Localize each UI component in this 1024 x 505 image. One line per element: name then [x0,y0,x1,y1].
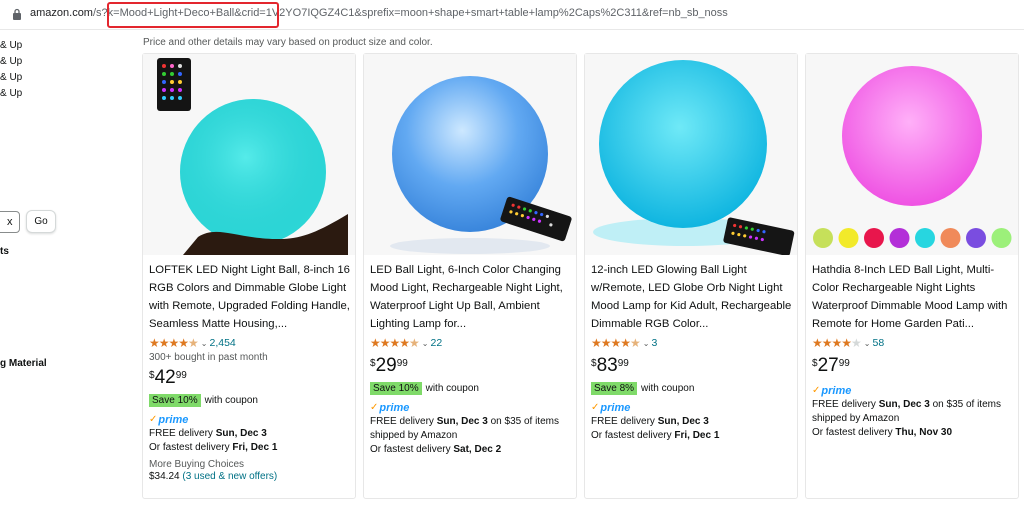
product-image[interactable] [585,54,797,255]
fastest-delivery-line: Or fastest delivery Fri, Dec 1 [149,442,278,453]
rating-filter-4[interactable]: & Up [0,88,22,99]
price-fraction: 99 [396,358,408,369]
product-image[interactable] [364,54,576,255]
prime-label: prime [379,401,410,414]
price-max-input[interactable]: x [0,211,20,233]
chevron-down-icon[interactable]: ⌄ [864,339,871,348]
chevron-down-icon[interactable]: ⌄ [201,339,208,348]
color-swatch [966,228,986,248]
prime-badge: ✓ prime [591,400,793,415]
product-price[interactable]: $ 42 99 [149,367,351,391]
rating-filter-3[interactable]: & Up [0,72,22,83]
more-offers: $34.24 (3 used & new offers) [149,471,351,482]
star-rating-icon[interactable]: ★★★★★ [591,336,641,350]
price-note: Price and other details may vary based o… [143,37,433,48]
delivery-line: FREE delivery Sun, Dec 3 [149,428,267,439]
prime-check-icon: ✓ [591,402,600,413]
price-fraction: 99 [617,358,629,369]
product-price[interactable]: $ 27 99 [812,355,1014,379]
bought-text: 300+ bought in past month [149,352,268,363]
coupon-row: Save 10% with coupon [149,393,351,408]
coupon-badge[interactable]: Save 10% [149,394,201,407]
price-go-button[interactable]: Go [26,210,56,233]
delivery-line: FREE delivery Sun, Dec 3 [591,416,709,427]
product-image[interactable] [143,54,355,255]
prime-badge: ✓ prime [149,412,351,427]
coupon-suffix: with coupon [425,383,479,394]
more-offers-link[interactable]: (3 used & new offers) [182,471,277,482]
product-price[interactable]: $ 29 99 [370,355,572,379]
color-swatch [813,228,833,248]
price-whole: 42 [154,367,176,388]
price-whole: 83 [596,355,618,376]
rating-count[interactable]: 3 [652,337,658,349]
product-title[interactable]: 12-inch LED Glowing Ball Light w/Remote,… [591,261,793,333]
prime-check-icon: ✓ [149,414,158,425]
coupon-suffix: with coupon [641,383,695,394]
color-swatch [864,228,884,248]
price-fraction: 99 [838,358,850,369]
product-card[interactable]: Hathdia 8-Inch LED Ball Light, Multi-Col… [805,53,1019,499]
rating-filter-1[interactable]: & Up [0,40,22,51]
rating-row[interactable]: ★★★★★ ⌄ 22 [370,335,572,351]
prime-badge: ✓ prime [812,383,1014,398]
rating-count[interactable]: 2,454 [210,337,236,349]
color-swatch [991,228,1012,248]
star-rating-icon[interactable]: ★★★★★ [370,336,420,350]
filter-sidebar: & Up & Up & Up & Up x Go ts g Material [0,30,130,505]
sidebar-heading-ts: ts [0,246,9,257]
coupon-badge[interactable]: Save 8% [591,382,638,395]
color-swatch [940,228,961,248]
rating-count[interactable]: 58 [873,337,885,349]
price-fraction: 99 [175,370,187,381]
coupon-badge[interactable]: Save 10% [370,382,422,395]
chevron-down-icon[interactable]: ⌄ [422,339,429,348]
price-whole: 29 [375,355,397,376]
rating-row[interactable]: ★★★★★ ⌄ 3 [591,335,793,351]
rating-count[interactable]: 22 [431,337,443,349]
price-whole: 27 [817,355,839,376]
browser-url-bar[interactable]: amazon.com/s?k=Mood+Light+Deco+Ball&crid… [0,0,1024,30]
product-price[interactable]: $ 83 99 [591,355,793,379]
prime-label: prime [158,413,189,426]
prime-label: prime [600,401,631,414]
product-title[interactable]: Hathdia 8-Inch LED Ball Light, Multi-Col… [812,261,1014,333]
delivery-line: FREE delivery Sun, Dec 3 on $35 of items… [812,399,1001,424]
url-highlight-box [107,2,279,28]
url-host: amazon.com [30,7,93,19]
rating-row[interactable]: ★★★★★ ⌄ 58 [812,335,1014,351]
prime-check-icon: ✓ [812,385,821,396]
fastest-delivery-line: Or fastest delivery Sat, Dec 2 [370,444,502,455]
fastest-delivery-line: Or fastest delivery Fri, Dec 1 [591,430,720,441]
rating-filter-2[interactable]: & Up [0,56,22,67]
product-card[interactable]: LOFTEK LED Night Light Ball, 8-inch 16 R… [142,53,356,499]
more-buying-choices: More Buying Choices [149,459,245,470]
prime-check-icon: ✓ [370,402,379,413]
lock-icon[interactable] [12,8,22,20]
chevron-down-icon[interactable]: ⌄ [643,339,650,348]
coupon-row: Save 8% with coupon [591,381,793,396]
product-image[interactable] [806,54,1018,255]
product-title[interactable]: LOFTEK LED Night Light Ball, 8-inch 16 R… [149,261,351,333]
star-rating-icon[interactable]: ★★★★★ [812,336,862,350]
coupon-suffix: with coupon [204,395,258,406]
rating-row[interactable]: ★★★★★ ⌄ 2,454 [149,335,351,351]
prime-badge: ✓ prime [370,400,572,415]
product-title[interactable]: LED Ball Light, 6-Inch Color Changing Mo… [370,261,572,333]
color-swatch [838,228,859,248]
sidebar-heading-material: g Material [0,358,47,369]
coupon-row: Save 10% with coupon [370,381,572,396]
fastest-delivery-line: Or fastest delivery Thu, Nov 30 [812,427,953,438]
color-swatch [889,228,910,248]
more-offers-price: $34.24 [149,471,180,482]
prime-label: prime [821,384,852,397]
product-card[interactable]: LED Ball Light, 6-Inch Color Changing Mo… [363,53,577,499]
delivery-line: FREE delivery Sun, Dec 3 on $35 of items… [370,416,559,441]
star-rating-icon[interactable]: ★★★★★ [149,336,199,350]
product-card[interactable]: 12-inch LED Glowing Ball Light w/Remote,… [584,53,798,499]
color-swatch [915,228,935,248]
